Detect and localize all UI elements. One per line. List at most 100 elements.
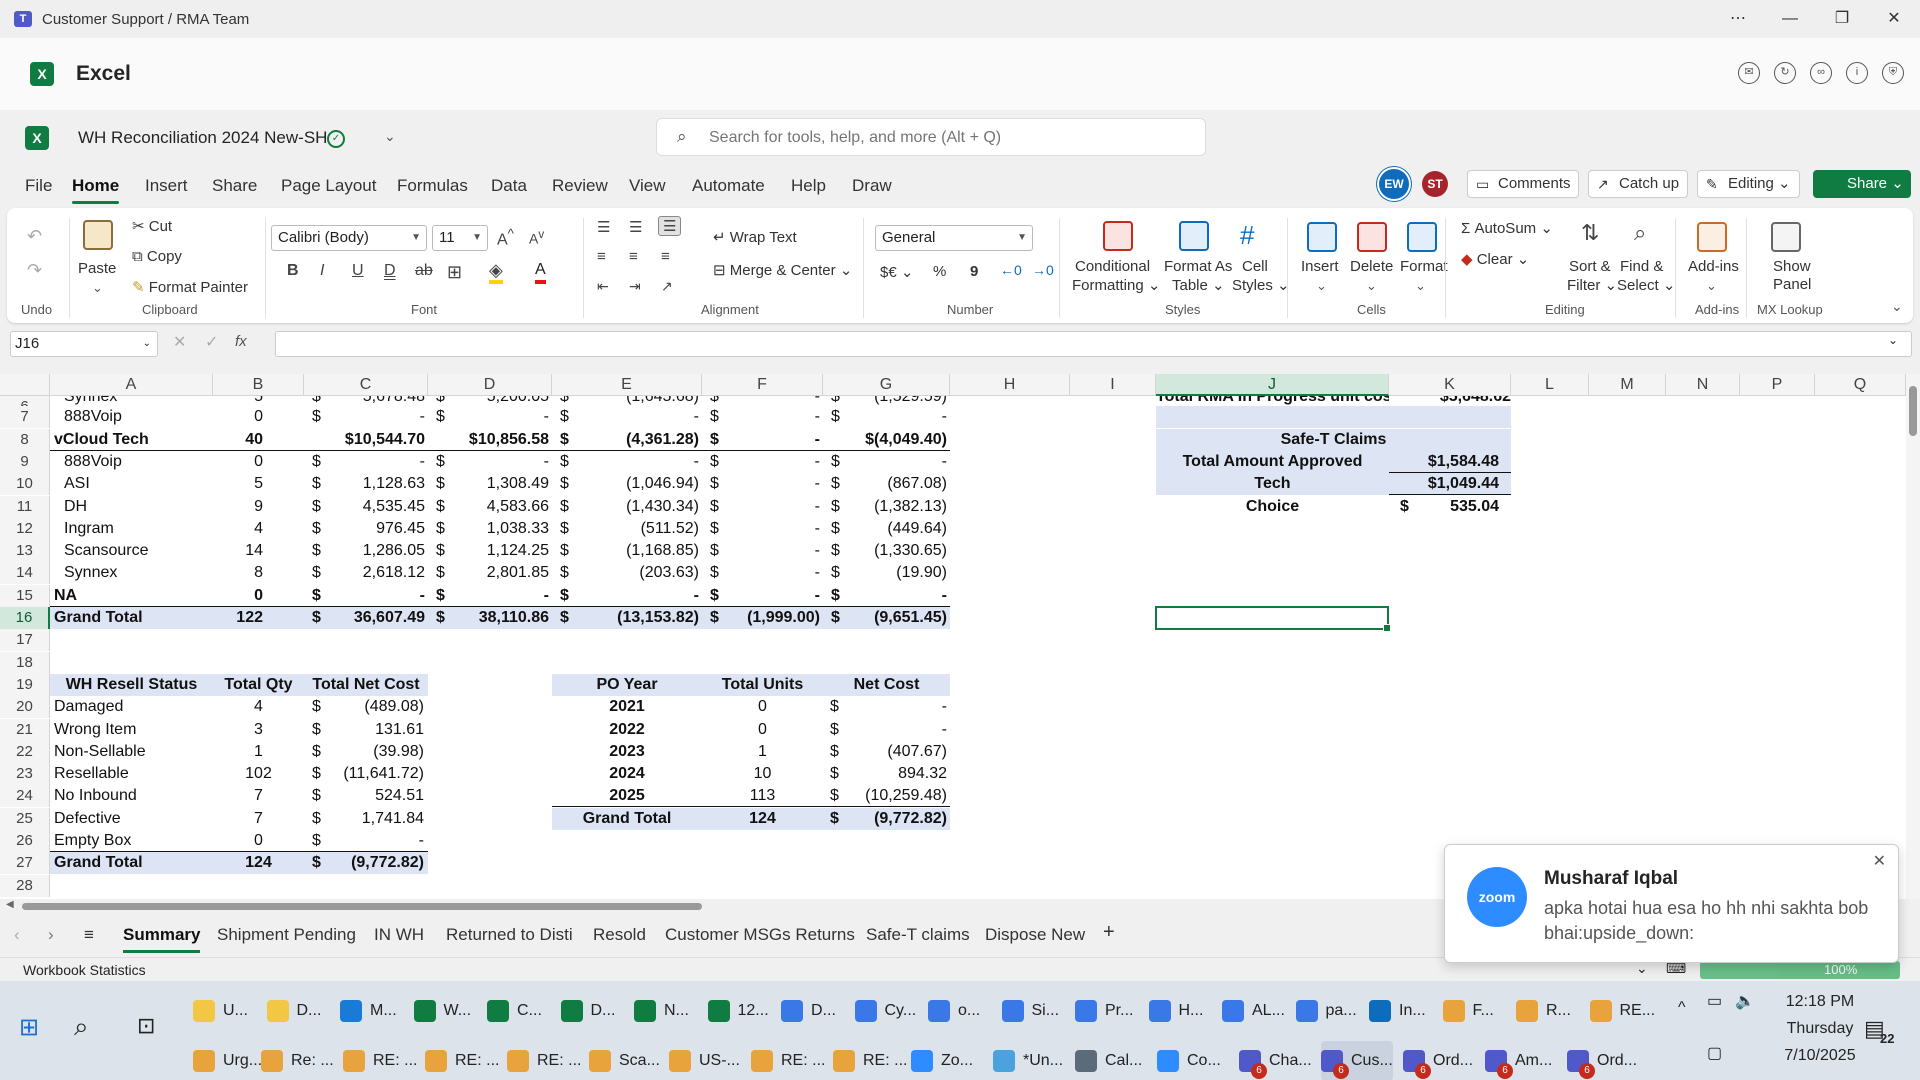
po-year[interactable]: 2023 [552,741,702,763]
paste-dropdown-icon[interactable]: ⌄ [92,280,103,296]
taskbar-app[interactable]: RE: ... [833,1041,907,1080]
amount-c[interactable]: - [304,406,425,428]
comments-button[interactable]: ▭ Comments [1467,170,1579,198]
avatar-st[interactable]: ST [1422,171,1448,197]
tab-draw[interactable]: Draw [852,176,892,196]
autosum-button[interactable]: Σ AutoSum ⌄ [1461,219,1553,237]
volume-icon[interactable]: 🔈 [1735,991,1755,1011]
find-select-button[interactable]: Find & [1620,258,1663,275]
column-header-h[interactable]: H [950,374,1070,396]
taskbar-app[interactable]: H... [1148,991,1203,1031]
ribbon-expand-icon[interactable]: ⌄ [1891,298,1903,315]
sheet-tab-resold[interactable]: Resold [593,925,646,945]
delete-cells-button[interactable]: Delete [1350,258,1393,275]
po-net-cost[interactable]: (9,772.82) [823,808,947,830]
formula-input[interactable] [275,331,1912,357]
taskbar-app[interactable]: Ord... [1403,1041,1473,1080]
po-net-cost[interactable]: (407.67) [823,741,947,763]
align-left-icon[interactable]: ≡ [597,248,606,265]
safe-t-value[interactable]: $1,049.44 [1389,473,1499,495]
amount-e[interactable]: - [552,451,699,473]
chat-icon[interactable]: ✉ [1738,62,1760,84]
comma-style-button[interactable]: 9 [970,263,978,280]
taskbar-app[interactable]: o... [928,991,980,1031]
amount-e[interactable]: (1,645.68) [552,396,699,406]
taskbar-app[interactable]: F... [1442,991,1494,1031]
qty[interactable]: 4 [213,518,263,540]
undo-icon[interactable]: ↶ [27,226,42,247]
amount-d[interactable]: 38,110.86 [428,607,549,629]
safe-t-label[interactable]: Choice [1156,496,1389,518]
double-underline-icon[interactable]: D [384,262,396,280]
row-header-7[interactable]: 7 [0,406,50,428]
link-icon[interactable]: ∞ [1810,62,1832,84]
network-icon[interactable]: ▢ [1707,1043,1722,1063]
tray-overflow-icon[interactable]: ^ [1678,999,1686,1017]
select-all-corner[interactable] [0,374,50,396]
decrease-indent-icon[interactable]: ⇤ [597,278,609,295]
align-bottom-icon[interactable]: ☰ [658,216,682,236]
qty[interactable]: 14 [213,540,263,562]
amount-f[interactable]: - [702,585,820,607]
po-header[interactable]: PO Year [552,674,702,696]
amount-c[interactable]: 5,678.48 [304,396,425,406]
column-header-m[interactable]: M [1589,374,1666,396]
po-header[interactable]: Total Units [702,674,823,696]
tab-formulas[interactable]: Formulas [397,176,468,196]
taskbar-app[interactable]: Cal... [1075,1041,1142,1080]
taskbar-app[interactable]: W... [413,991,471,1031]
resell-status[interactable]: Grand Total [54,852,214,874]
zoom-control[interactable]: 100% [1700,961,1900,979]
amount-c[interactable]: 1,286.05 [304,540,425,562]
tab-home[interactable]: Home [72,176,120,204]
row-header-6[interactable]: 6 [0,396,50,406]
taskbar-app[interactable]: M... [340,991,397,1031]
merge-center-button[interactable]: ⊟ Merge & Center ⌄ [713,261,852,279]
sheet-tab-dispose-new[interactable]: Dispose New [985,925,1085,945]
resell-status[interactable]: No Inbound [54,785,214,807]
row-header-27[interactable]: 27 [0,852,50,874]
amount-e[interactable]: - [552,406,699,428]
conditional-formatting-button[interactable]: Conditional [1075,258,1150,275]
tab-automate[interactable]: Automate [692,176,765,196]
sheet-tab-in-wh[interactable]: IN WH [374,925,424,945]
row-header-17[interactable]: 17 [0,629,50,651]
vendor-name[interactable]: 888Voip [64,451,224,473]
column-header-l[interactable]: L [1511,374,1589,396]
qty[interactable]: 0 [213,451,263,473]
po-units[interactable]: 0 [702,719,823,741]
sheet-tab-customer-msgs-returns[interactable]: Customer MSGs Returns [665,925,855,945]
close-window-button[interactable]: ✕ [1868,0,1920,38]
rma-value[interactable]: $5,648.62 [1389,396,1511,406]
amount-c[interactable]: - [304,451,425,473]
amount-f[interactable]: - [702,429,820,451]
amount-f[interactable]: - [702,473,820,495]
column-header-i[interactable]: I [1070,374,1156,396]
resell-net-cost[interactable]: - [304,830,424,852]
po-net-cost[interactable]: (10,259.48) [823,785,947,807]
tab-share[interactable]: Share [212,176,257,196]
row-header-12[interactable]: 12 [0,518,50,540]
add-ins-button[interactable]: Add-ins [1688,258,1739,275]
refresh-icon[interactable]: ↻ [1774,62,1796,84]
resell-net-cost[interactable]: 1,741.84 [304,808,424,830]
resell-status[interactable]: Empty Box [54,830,214,852]
currency-format-button[interactable]: $€ ⌄ [880,263,913,281]
align-right-icon[interactable]: ≡ [661,248,670,265]
tab-review[interactable]: Review [552,176,608,196]
qty[interactable]: 5 [213,473,263,495]
taskbar-app[interactable]: RE: ... [751,1041,825,1080]
resell-net-cost[interactable]: 131.61 [304,719,424,741]
next-sheet-icon[interactable]: › [48,925,54,945]
vendor-name[interactable]: ASI [64,473,224,495]
resell-net-cost[interactable]: 524.51 [304,785,424,807]
fill-color-icon[interactable]: ◈ [489,260,503,284]
borders-icon[interactable]: ⊞ [447,262,462,283]
amount-c[interactable]: - [304,585,425,607]
row-header-21[interactable]: 21 [0,719,50,741]
show-panel-button[interactable]: Show [1773,258,1811,275]
tab-help[interactable]: Help [791,176,826,196]
scroll-left-icon[interactable]: ◀ [6,899,14,910]
vendor-name[interactable]: Grand Total [54,607,214,629]
minimize-button[interactable]: — [1764,0,1816,38]
